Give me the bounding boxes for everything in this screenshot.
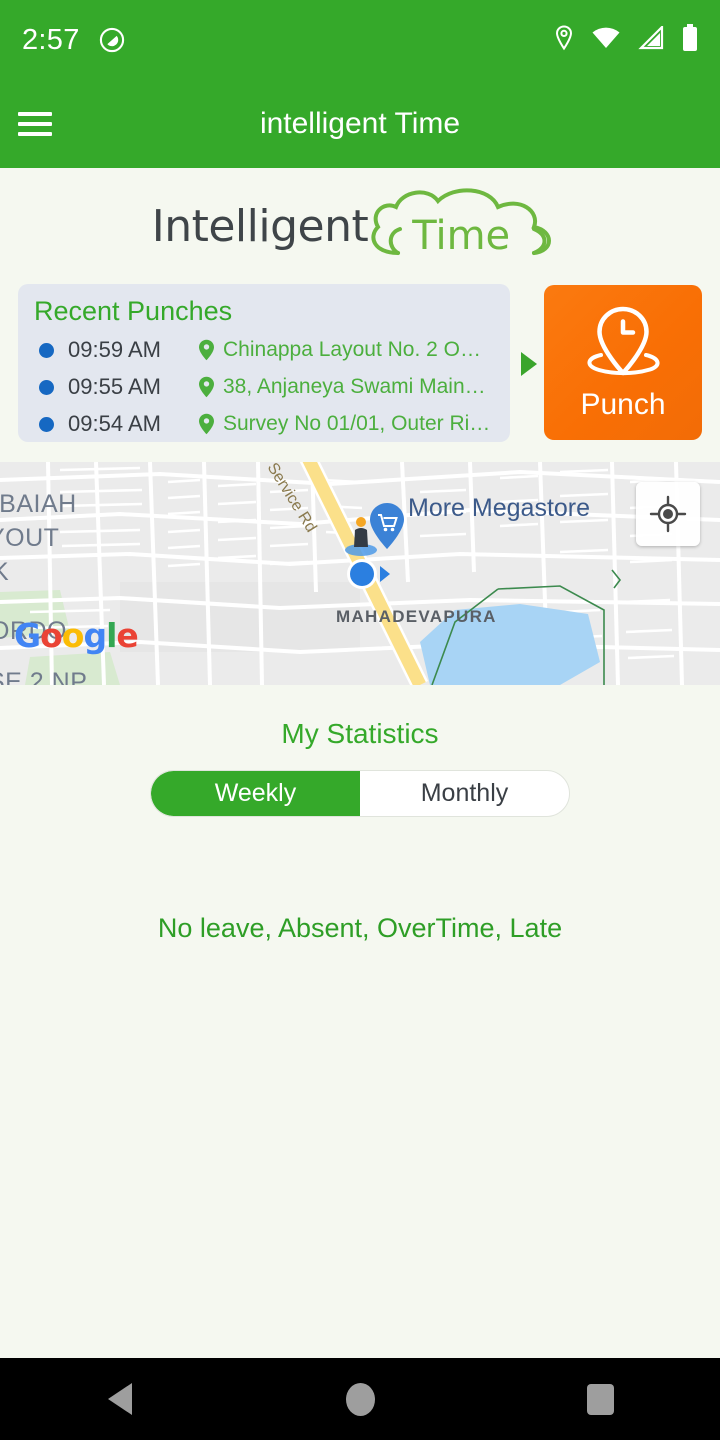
status-bar: 2:57	[0, 0, 720, 80]
recent-punches-card[interactable]: Recent Punches 09:59 AM Chinappa Layout …	[18, 284, 510, 442]
map-pin-icon	[198, 339, 215, 361]
statistics-period-toggle[interactable]: Weekly Monthly	[150, 770, 570, 817]
my-location-button[interactable]	[636, 482, 700, 546]
back-button[interactable]	[0, 1383, 240, 1415]
brand-logo: Intelligent Time	[0, 185, 720, 267]
punch-status-dot	[39, 342, 54, 358]
logo-word-intelligent: Intelligent	[151, 200, 369, 252]
android-nav-bar	[0, 1358, 720, 1440]
punch-status-dot	[39, 379, 54, 395]
status-bar-clock: 2:57	[22, 23, 80, 56]
back-icon	[108, 1383, 132, 1415]
location-icon	[554, 24, 574, 56]
map-pin-icon	[198, 376, 215, 398]
cellular-signal-icon	[638, 23, 664, 55]
table-row[interactable]: 09:59 AM Chinappa Layout No. 2 Outer Rin…	[34, 334, 494, 366]
do-not-disturb-icon	[98, 26, 126, 54]
statistics-legend: No leave, Absent, OverTime, Late	[157, 913, 563, 943]
home-button[interactable]	[240, 1382, 480, 1416]
tab-monthly[interactable]: Monthly	[360, 771, 569, 816]
hamburger-menu-icon[interactable]	[18, 106, 52, 142]
table-row[interactable]: 09:55 AM 38, Anjaneya Swami Main Rd, Ch…	[34, 371, 494, 403]
map-view[interactable]: BBAIAH YOUT K ORDO SE 2 NP More Megastor…	[0, 462, 720, 685]
google-attribution: Google	[14, 616, 139, 655]
punch-status-dot	[39, 416, 54, 432]
wifi-icon	[592, 27, 620, 54]
crosshair-my-location-icon	[649, 495, 687, 533]
recents-button[interactable]	[480, 1383, 720, 1415]
cloud-outline-icon: Time	[362, 185, 568, 267]
status-bar-icons	[554, 23, 698, 57]
user-location-dot	[346, 558, 392, 592]
app-screen: 2:57 intelligent Time Intelligent Time R…	[0, 0, 720, 1440]
recents-icon	[586, 1383, 614, 1415]
location-pin-clock-icon	[577, 303, 669, 386]
logo-word-time: Time	[412, 213, 511, 259]
play-arrow-icon	[521, 352, 537, 376]
pegman-marker[interactable]	[344, 515, 378, 557]
app-toolbar: intelligent Time	[0, 80, 720, 168]
punch-address: Survey No 01/01, Outer Ring Roa…	[223, 412, 491, 435]
punch-address: Chinappa Layout No. 2 Outer Rin…	[223, 338, 491, 361]
battery-icon	[682, 23, 698, 57]
punch-address: 38, Anjaneya Swami Main Rd, Ch…	[223, 375, 491, 398]
statistics-title: My Statistics	[281, 718, 439, 749]
recent-punches-title: Recent Punches	[34, 296, 233, 326]
home-icon	[345, 1382, 375, 1416]
punch-time: 09:59 AM	[68, 337, 161, 362]
punch-button-label: Punch	[580, 388, 666, 421]
page-title: intelligent Time	[259, 107, 461, 140]
tab-weekly[interactable]: Weekly	[151, 771, 360, 816]
table-row[interactable]: 09:54 AM Survey No 01/01, Outer Ring Roa…	[34, 408, 494, 440]
map-pin-icon	[198, 413, 215, 435]
punch-time: 09:54 AM	[68, 411, 161, 436]
punch-time: 09:55 AM	[68, 374, 161, 399]
punch-button[interactable]: Punch	[544, 285, 702, 440]
